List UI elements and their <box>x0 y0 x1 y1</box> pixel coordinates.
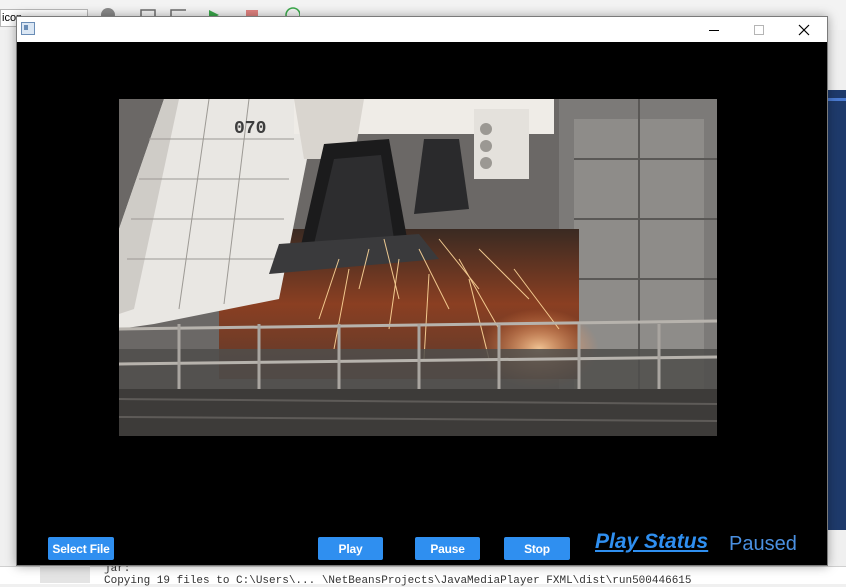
ide-output-gutter <box>40 566 90 583</box>
video-view[interactable]: 070 <box>119 99 717 436</box>
app-icon <box>21 22 35 35</box>
pause-button[interactable]: Pause <box>415 537 480 560</box>
maximize-button[interactable] <box>736 17 781 42</box>
ide-side-panel <box>828 90 846 530</box>
title-bar[interactable] <box>17 17 827 42</box>
close-button[interactable] <box>781 17 826 42</box>
close-icon <box>798 24 809 35</box>
video-overlay-number: 070 <box>234 119 266 139</box>
maximize-icon <box>753 24 764 35</box>
play-status-value: Paused <box>729 533 797 555</box>
stop-button[interactable]: Stop <box>504 537 570 560</box>
media-player-window: 070 Select File Play Pause Stop Play Sta… <box>16 16 828 566</box>
console-line: Copying 19 files to C:\Users\... \NetBea… <box>104 575 692 587</box>
play-button[interactable]: Play <box>318 537 383 560</box>
ide-console-text: jar: Copying 19 files to C:\Users\... \N… <box>104 563 692 587</box>
minimize-icon <box>708 29 719 31</box>
video-frame: 070 <box>119 99 717 436</box>
minimize-button[interactable] <box>691 17 736 42</box>
play-status-label: Play Status <box>595 530 709 553</box>
select-file-button[interactable]: Select File <box>48 537 114 560</box>
